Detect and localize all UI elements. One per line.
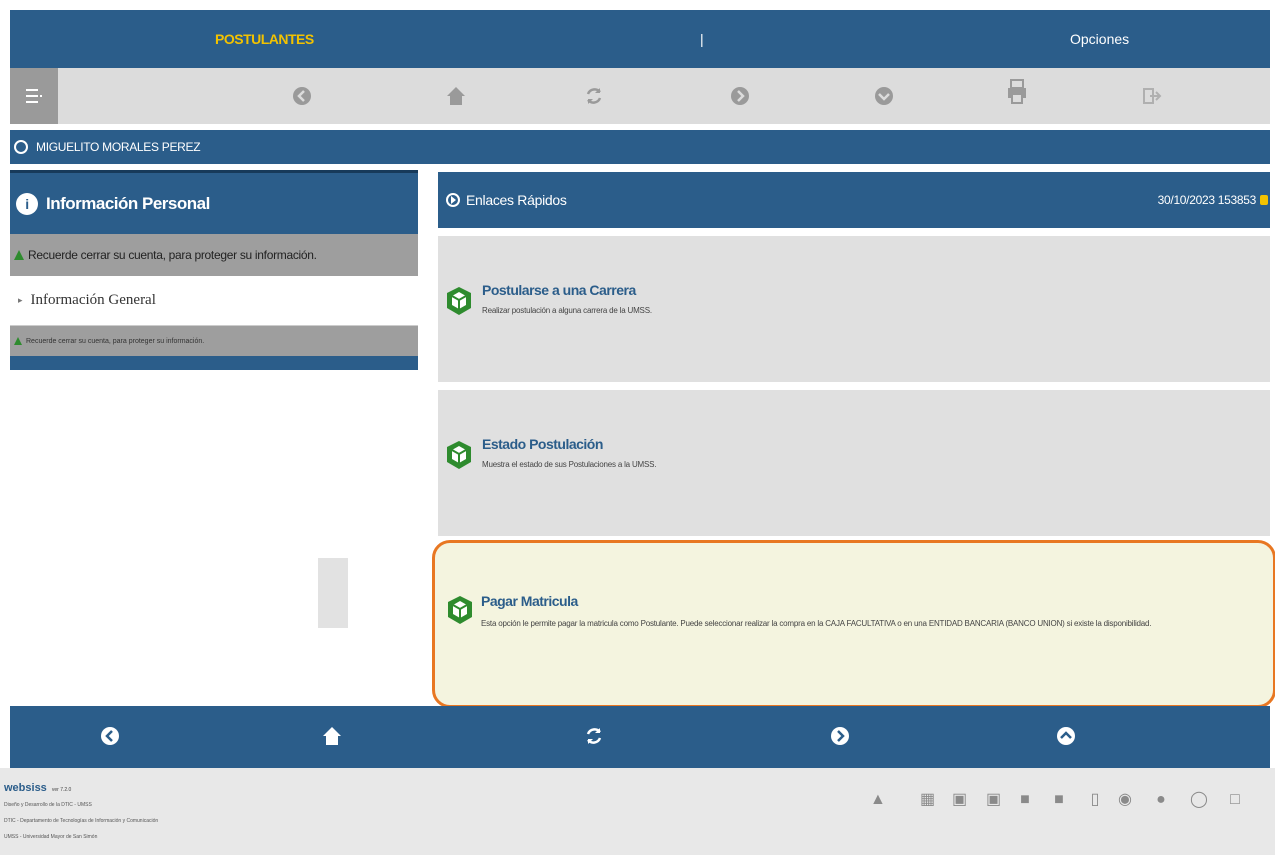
refresh-icon[interactable] [582, 724, 606, 748]
quick-link-desc: Muestra el estado de sus Postulaciones a… [482, 460, 657, 469]
print-icon[interactable] [1005, 78, 1029, 104]
warning-text-small: Recuerde cerrar su cuenta, para proteger… [26, 337, 205, 345]
logout-icon[interactable] [1140, 84, 1164, 108]
tab-separator: | [700, 31, 704, 47]
home-icon[interactable] [444, 84, 468, 108]
menu-button[interactable] [10, 68, 58, 124]
quick-links-header: Enlaces Rápidos 30/10/2023 153853 [438, 172, 1270, 228]
info-icon: i [16, 192, 38, 215]
brand-logo-text: websiss [4, 782, 47, 794]
warning-banner-small: Recuerde cerrar su cuenta, para proteger… [10, 326, 418, 356]
quick-link-title[interactable]: Estado Postulación [482, 436, 603, 452]
quick-links-title: Enlaces Rápidos [466, 192, 567, 208]
js-icon[interactable]: ■ [1018, 790, 1032, 810]
forward-icon[interactable] [828, 724, 852, 748]
toolbar [10, 68, 1270, 124]
menu-icon [26, 89, 42, 103]
footer-line: UMSS - Universidad Mayor de San Simón [4, 834, 98, 840]
quick-link-estado[interactable]: Estado Postulación Muestra el estado de … [438, 390, 1270, 536]
firefox-icon[interactable]: ● [1154, 790, 1168, 810]
warning-text: Recuerde cerrar su cuenta, para proteger… [28, 248, 317, 262]
quick-link-postularse[interactable]: Postularse a una Carrera Realizar postul… [438, 236, 1270, 382]
menu-item-informacion-general[interactable]: ▸ Información General [10, 276, 418, 326]
refresh-icon[interactable] [582, 84, 606, 108]
down-icon[interactable] [872, 84, 896, 108]
footer-line: Diseño y Desarrollo de la DTIC - UMSS [4, 802, 92, 808]
opera-icon[interactable]: ◯ [1190, 790, 1208, 810]
warning-icon [14, 337, 22, 345]
back-icon[interactable] [290, 84, 314, 108]
info-panel: i Información Personal Recuerde cerrar s… [10, 170, 418, 376]
up-icon[interactable] [1054, 724, 1078, 748]
cube-icon [447, 441, 471, 469]
quick-link-title[interactable]: Postularse a una Carrera [482, 282, 636, 298]
back-icon[interactable] [98, 724, 122, 748]
footer-brand: websiss ver 7.2.0 [4, 782, 71, 794]
bottom-navbar [10, 706, 1270, 768]
chrome-icon[interactable]: ◉ [1118, 790, 1132, 810]
brand-version: ver 7.2.0 [51, 787, 72, 793]
cube-icon [447, 287, 471, 315]
window-icon[interactable]: ■ [1052, 790, 1066, 810]
user-bar: MIGUELITO MORALES PEREZ [10, 130, 1270, 164]
tab-postulantes[interactable]: POSTULANTES [215, 31, 314, 47]
info-panel-footer [10, 356, 418, 370]
footer: websiss ver 7.2.0 Diseño y Desarrollo de… [0, 768, 1275, 855]
top-navbar: POSTULANTES | Opciones [10, 10, 1270, 68]
warning-banner: Recuerde cerrar su cuenta, para proteger… [10, 234, 418, 276]
tab-opciones[interactable]: Opciones [1070, 31, 1129, 47]
user-name: MIGUELITO MORALES PEREZ [36, 140, 201, 154]
datetime: 30/10/2023 153853 [1157, 193, 1257, 207]
quick-link-title[interactable]: Pagar Matricula [481, 593, 578, 609]
info-panel-header: i Información Personal [10, 170, 418, 234]
cube-icon [448, 596, 472, 624]
menu-item-label: Información General [30, 292, 156, 308]
mobile-icon[interactable]: ▯ [1088, 790, 1102, 810]
footer-line: DTIC - Departamento de Tecnologías de In… [4, 818, 159, 824]
quick-link-desc: Realizar postulación a alguna carrera de… [482, 306, 652, 315]
quick-link-pagar-matricula[interactable]: Pagar Matricula Esta opción le permite p… [432, 540, 1275, 708]
quick-link-desc: Esta opción le permite pagar la matricul… [481, 619, 1152, 628]
bank-icon[interactable]: ▲ [870, 790, 886, 810]
ie-icon[interactable]: □ [1228, 790, 1242, 810]
caret-right-icon: ▸ [18, 295, 23, 305]
play-circle-icon [446, 193, 460, 207]
user-icon [14, 140, 28, 154]
chart-icon[interactable]: ▦ [920, 790, 935, 810]
forward-icon[interactable] [728, 84, 752, 108]
home-icon[interactable] [320, 724, 344, 748]
css3-icon[interactable]: ▣ [986, 790, 1001, 810]
html5-icon[interactable]: ▣ [952, 790, 967, 810]
warning-icon [14, 250, 24, 260]
scroll-handle[interactable] [318, 558, 348, 628]
info-panel-title: Información Personal [46, 193, 210, 213]
calendar-icon [1260, 195, 1268, 205]
